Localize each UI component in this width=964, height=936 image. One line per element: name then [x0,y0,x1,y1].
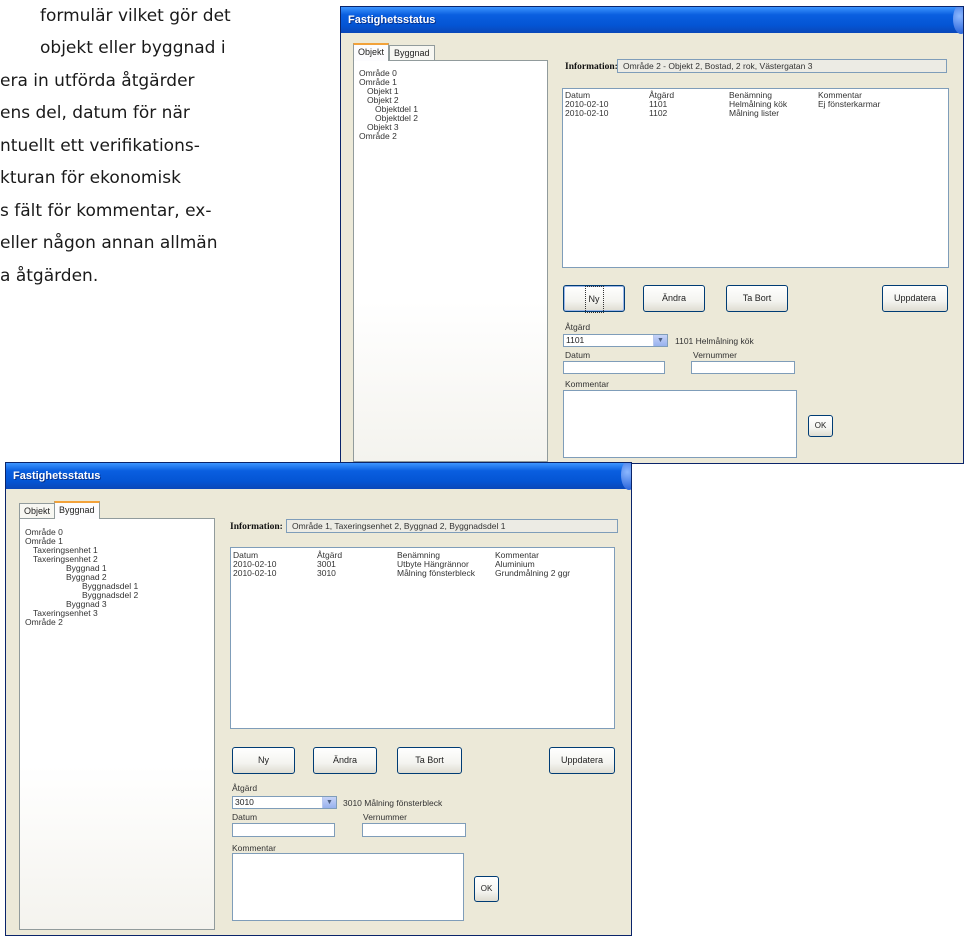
tree-node[interactable]: Område 2 [25,618,63,627]
delete-button[interactable]: Ta Bort [397,747,462,774]
datum-field[interactable] [563,361,665,374]
kommentar-label: Kommentar [232,843,276,853]
intro-line: ens del, datum för när [0,103,190,123]
cell-benamning: Målning lister [729,108,780,118]
cell-atgard: 1102 [649,108,668,118]
window-byggnad: Fastighetsstatus Objekt Byggnad Område 0… [5,462,632,936]
chevron-down-icon[interactable]: ▼ [322,797,336,808]
edit-button-label: Ändra [332,755,358,765]
atgard-description: 1101 Helmålning kök [675,336,754,346]
edit-button-label: Ändra [661,293,687,303]
update-button[interactable]: Uppdatera [549,747,615,774]
vernummer-label: Vernummer [363,812,407,822]
cell-atgard: 3010 [317,568,336,578]
ok-button-label: OK [814,421,827,430]
new-button-label: Ny [584,286,604,313]
tab-objekt[interactable]: Objekt [353,43,390,61]
cell-datum: 2010-02-10 [233,568,277,578]
edit-button[interactable]: Ändra [643,285,705,312]
chevron-down-icon[interactable]: ▼ [653,335,667,346]
update-button[interactable]: Uppdatera [882,285,948,312]
tree-panel: Område 0 Område 1 Objekt 1 Objekt 2 Obje… [353,60,548,462]
tree-node[interactable]: Område 2 [359,132,397,141]
atgard-label: Åtgärd [232,783,258,793]
atgard-selected-value: 3010 [235,797,254,807]
update-button-label: Uppdatera [893,293,937,303]
atgard-description: 3010 Målning fönsterbleck [343,798,443,808]
window-title: Fastighetsstatus [13,470,101,482]
ok-button-label: OK [480,884,493,893]
atgard-select[interactable]: 1101 ▼ [563,334,668,347]
window-objekt: Fastighetsstatus Objekt Byggnad Område 0… [340,6,964,464]
information-label: Information: [230,522,283,532]
edit-button[interactable]: Ändra [313,747,377,774]
delete-button[interactable]: Ta Bort [726,285,788,312]
tab-objekt[interactable]: Objekt [19,503,56,518]
cell-kommentar: Grundmålning 2 ggr [495,568,571,578]
window-corner [953,7,963,34]
datum-field[interactable] [232,823,335,837]
vernummer-label: Vernummer [693,350,737,360]
update-button-label: Uppdatera [560,755,604,765]
intro-line: objekt eller byggnad i [40,38,226,58]
cell-datum: 2010-02-10 [565,108,609,118]
tab-byggnad[interactable]: Byggnad [54,501,100,519]
tree-panel: Område 0 Område 1 Taxeringsenhet 1 Taxer… [19,518,215,930]
delete-button-label: Ta Bort [742,293,772,303]
tab-byggnad[interactable]: Byggnad [389,45,435,60]
kommentar-textarea[interactable] [232,853,464,921]
delete-button-label: Ta Bort [415,755,444,765]
information-field: Område 2 - Objekt 2, Bostad, 2 rok, Väst… [617,59,947,73]
cell-benamning: Målning fönsterbleck [397,568,475,578]
intro-line: eller någon annan allmän [0,233,218,253]
intro-line: s fält för kommentar, ex- [0,201,212,221]
information-label: Information: [565,62,618,72]
datum-label: Datum [565,350,591,360]
list-item[interactable]: 2010-02-10 1102 Målning lister [563,109,948,118]
intro-line: ntuellt ett verifikations- [0,136,200,156]
window-corner [621,463,631,490]
atgard-select[interactable]: 3010 ▼ [232,796,337,809]
ok-button[interactable]: OK [474,876,499,902]
intro-line: a åtgärden. [0,266,99,286]
kommentar-textarea[interactable] [563,390,797,458]
action-list[interactable]: Datum Åtgärd Benämning Kommentar 2010-02… [230,547,615,729]
atgard-label: Åtgärd [565,322,591,332]
ok-button[interactable]: OK [808,415,833,437]
atgard-selected-value: 1101 [566,335,585,345]
vernummer-field[interactable] [691,361,795,374]
new-button-label: Ny [258,755,269,765]
title-bar[interactable]: Fastighetsstatus [341,7,963,34]
window-title: Fastighetsstatus [348,14,436,26]
cell-kommentar: Ej fönsterkarmar [818,99,881,109]
intro-line: formulär vilket gör det [40,6,231,26]
information-field: Område 1, Taxeringsenhet 2, Byggnad 2, B… [286,519,618,533]
action-list[interactable]: Datum Åtgärd Benämning Kommentar 2010-02… [562,88,949,268]
new-button[interactable]: Ny [232,747,295,774]
title-bar[interactable]: Fastighetsstatus [6,463,631,490]
new-button[interactable]: Ny [563,285,625,313]
intro-line: ktura­n för ekonomisk [0,168,181,188]
intro-line: era in utförda åtgärder [0,71,195,91]
list-item[interactable]: 2010-02-10 3010 Målning fönsterbleck Gru… [231,569,614,578]
vernummer-field[interactable] [362,823,466,837]
datum-label: Datum [232,812,258,822]
kommentar-label: Kommentar [565,379,609,389]
